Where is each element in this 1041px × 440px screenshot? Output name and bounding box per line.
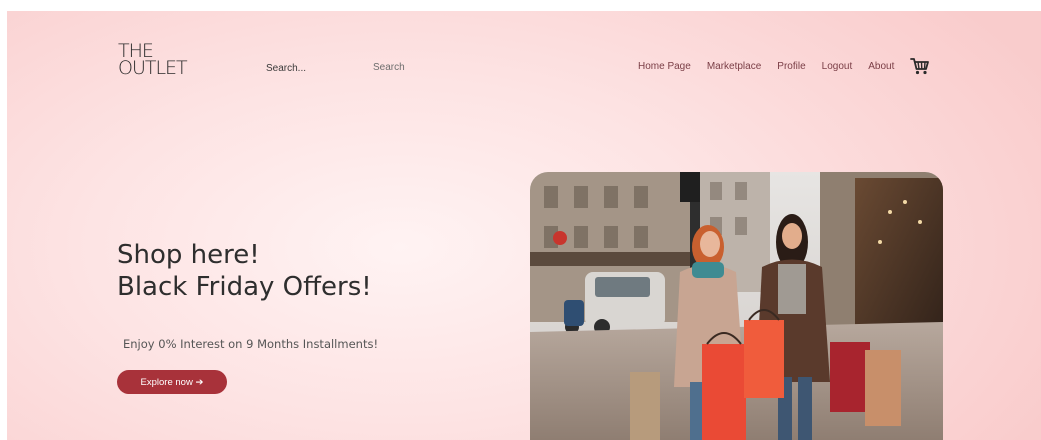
search-input[interactable]: [261, 60, 366, 76]
search-button[interactable]: Search: [373, 59, 405, 75]
hero-title-line-1: Shop here!: [117, 240, 260, 270]
nav-about[interactable]: About: [868, 61, 894, 72]
hero-subtitle: Enjoy 0% Interest on 9 Months Installmen…: [123, 337, 379, 351]
logo-line-2: OUTLET: [118, 57, 188, 79]
nav-marketplace[interactable]: Marketplace: [707, 61, 761, 72]
hero-shopping-photo: [530, 172, 943, 440]
explore-now-button[interactable]: Explore now ➔: [117, 370, 227, 394]
landing-page: THE OUTLET Search Home Page Marketplace …: [7, 11, 1041, 440]
main-nav: Home Page Marketplace Profile Logout Abo…: [638, 55, 930, 77]
shopping-cart-icon[interactable]: [910, 57, 930, 75]
nav-home-page[interactable]: Home Page: [638, 61, 691, 72]
nav-profile[interactable]: Profile: [777, 61, 805, 72]
nav-logout[interactable]: Logout: [822, 61, 853, 72]
hero-title-line-2: Black Friday Offers!: [117, 272, 372, 302]
hero-title: Shop here! Black Friday Offers!: [117, 239, 372, 303]
site-logo[interactable]: THE OUTLET: [118, 42, 198, 87]
